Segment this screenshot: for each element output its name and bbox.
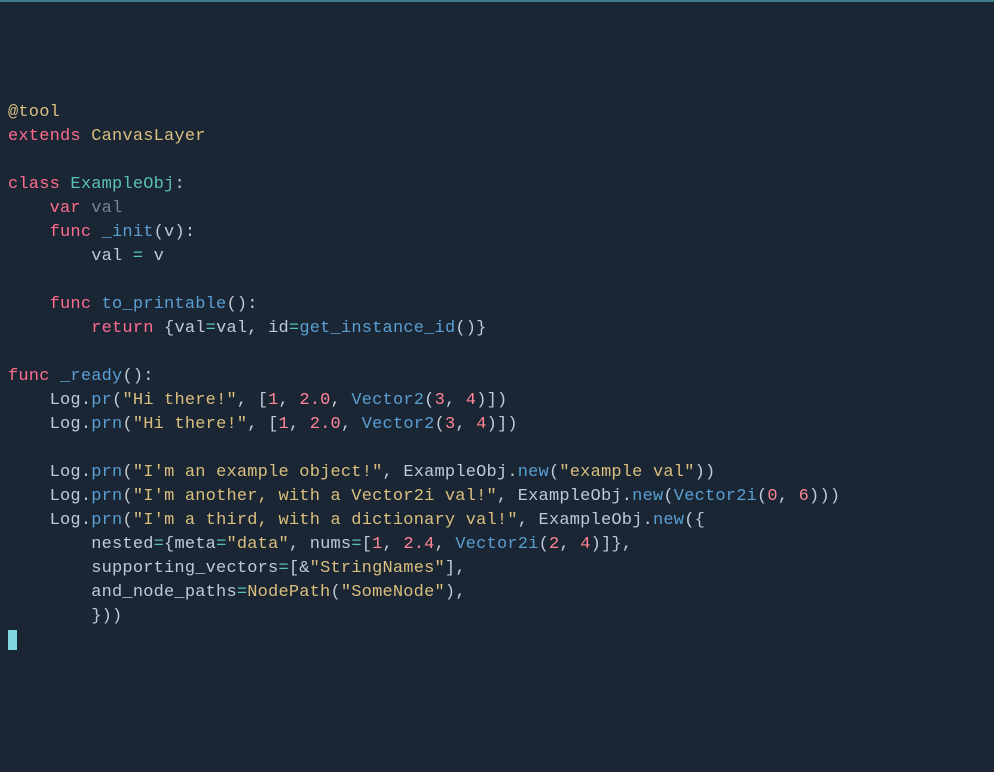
code-line: @tool — [8, 101, 986, 125]
code-line: and_node_paths=NodePath("SomeNode"), — [8, 581, 986, 605]
code-line — [8, 269, 986, 293]
code-line — [8, 629, 986, 653]
code-line — [8, 341, 986, 365]
code-line: Log.prn("Hi there!", [1, 2.0, Vector2(3,… — [8, 413, 986, 437]
code-editor[interactable]: @tool extends CanvasLayer class ExampleOb… — [8, 101, 986, 653]
annotation: @tool — [8, 103, 60, 122]
code-line: nested={meta="data", nums=[1, 2.4, Vecto… — [8, 533, 986, 557]
code-line: func to_printable(): — [8, 293, 986, 317]
code-line: Log.prn("I'm a third, with a dictionary … — [8, 509, 986, 533]
code-line — [8, 149, 986, 173]
code-line: class ExampleObj: — [8, 173, 986, 197]
code-line: func _init(v): — [8, 221, 986, 245]
code-line: func _ready(): — [8, 365, 986, 389]
code-line: Log.prn("I'm an example object!", Exampl… — [8, 461, 986, 485]
code-line: supporting_vectors=[&"StringNames"], — [8, 557, 986, 581]
code-line: extends CanvasLayer — [8, 125, 986, 149]
code-line: Log.prn("I'm another, with a Vector2i va… — [8, 485, 986, 509]
code-line: val = v — [8, 245, 986, 269]
cursor-icon — [8, 630, 17, 650]
code-line: return {val=val, id=get_instance_id()} — [8, 317, 986, 341]
code-line: Log.pr("Hi there!", [1, 2.0, Vector2(3, … — [8, 389, 986, 413]
code-line — [8, 437, 986, 461]
code-line: var val — [8, 197, 986, 221]
code-line: })) — [8, 605, 986, 629]
